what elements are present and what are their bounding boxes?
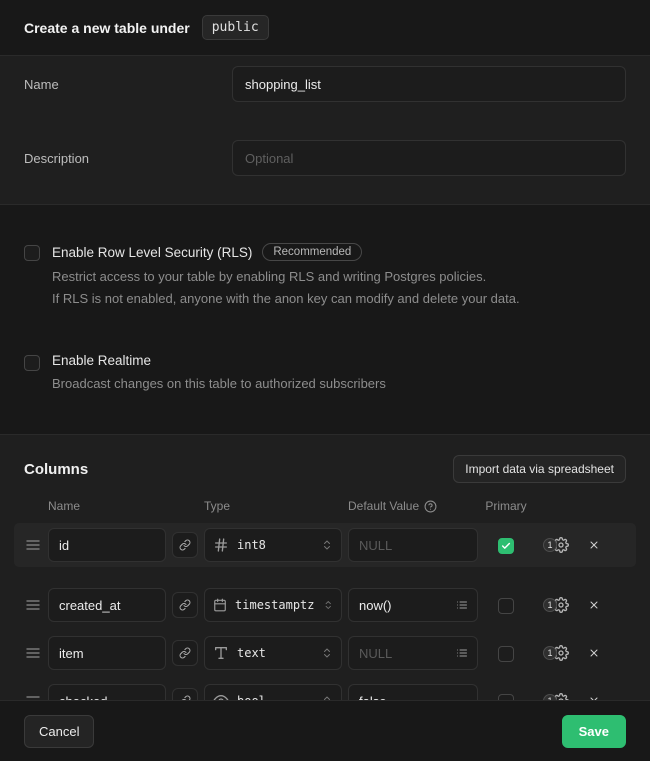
description-label: Description [24, 151, 232, 166]
default-value-cell [348, 528, 478, 562]
list-icon [456, 599, 468, 611]
table-description-input[interactable] [232, 140, 626, 176]
column-type-label: text [237, 646, 266, 660]
chevrons-up-down-icon [321, 539, 333, 551]
foreign-key-button[interactable] [172, 532, 198, 558]
column-row: bool 1 [14, 679, 636, 700]
link-icon [179, 539, 191, 551]
column-name-input[interactable] [48, 588, 166, 622]
name-label: Name [24, 77, 232, 92]
rls-checkbox[interactable] [24, 245, 40, 261]
table-info-section: Name Description [0, 56, 650, 205]
text-icon [213, 645, 229, 661]
help-icon[interactable] [424, 500, 437, 513]
default-value-cell [348, 636, 478, 670]
column-settings-button[interactable]: 1 [534, 537, 578, 553]
default-value-input[interactable] [348, 684, 478, 700]
column-header-type: Type [204, 499, 342, 513]
column-name-input[interactable] [48, 636, 166, 670]
column-settings-button[interactable]: 1 [534, 645, 578, 661]
eye-icon [213, 693, 229, 700]
column-rows: int8 1 timestam [0, 523, 650, 700]
default-value-cell [348, 684, 478, 700]
remove-column-button[interactable] [584, 539, 604, 551]
drag-handle[interactable] [24, 597, 42, 613]
column-name-input[interactable] [48, 528, 166, 562]
column-header-name: Name [48, 499, 166, 513]
realtime-toggle-block: Enable Realtime Broadcast changes on thi… [24, 353, 626, 394]
calendar-icon [213, 597, 227, 613]
chevrons-up-down-icon [323, 599, 334, 611]
column-settings-button[interactable]: 1 [534, 693, 578, 700]
drag-handle-icon [25, 645, 41, 661]
x-icon [588, 539, 600, 551]
toggles-section: Enable Row Level Security (RLS) Recommen… [0, 205, 650, 435]
column-type-label: int8 [237, 538, 266, 552]
column-type-select[interactable]: int8 [204, 528, 342, 562]
rls-label: Enable Row Level Security (RLS) [52, 245, 252, 260]
columns-section: Columns Import data via spreadsheet Name… [0, 435, 650, 700]
settings-count-badge: 1 [543, 694, 557, 700]
column-type-select[interactable]: timestamptz [204, 588, 342, 622]
column-row: text 1 [14, 631, 636, 675]
import-spreadsheet-button[interactable]: Import data via spreadsheet [453, 455, 626, 483]
schema-badge: public [202, 15, 269, 40]
remove-column-button[interactable] [584, 599, 604, 611]
chevrons-up-down-icon [321, 647, 333, 659]
save-button[interactable]: Save [562, 715, 626, 748]
remove-column-button[interactable] [584, 647, 604, 659]
name-field-row: Name [24, 66, 626, 102]
realtime-label: Enable Realtime [52, 353, 151, 368]
primary-checkbox[interactable] [498, 538, 514, 554]
foreign-key-button[interactable] [172, 592, 198, 618]
check-icon [501, 541, 511, 551]
foreign-key-button[interactable] [172, 688, 198, 700]
columns-title: Columns [24, 461, 88, 478]
panel-header: Create a new table under public [0, 0, 650, 56]
default-suggestions-button[interactable] [451, 642, 473, 664]
hash-icon [213, 537, 229, 553]
column-row: timestamptz 1 [14, 583, 636, 627]
drag-handle-icon [25, 537, 41, 553]
columns-grid-header: Name Type Default Value Primary [0, 499, 650, 513]
link-icon [179, 647, 191, 659]
cancel-button[interactable]: Cancel [24, 715, 94, 748]
panel-footer: Cancel Save [0, 700, 650, 761]
column-type-select[interactable]: text [204, 636, 342, 670]
primary-checkbox[interactable] [498, 598, 514, 614]
rls-text: Enable Row Level Security (RLS) Recommen… [52, 243, 520, 309]
table-name-input[interactable] [232, 66, 626, 102]
column-row: int8 1 [14, 523, 636, 567]
default-value-input[interactable] [348, 528, 478, 562]
drag-handle[interactable] [24, 645, 42, 661]
drag-handle[interactable] [24, 537, 42, 553]
column-header-primary: Primary [484, 499, 528, 513]
column-type-select[interactable]: bool [204, 684, 342, 700]
column-name-input[interactable] [48, 684, 166, 700]
drag-handle-icon [25, 693, 41, 700]
description-field-row: Description [24, 140, 626, 176]
foreign-key-button[interactable] [172, 640, 198, 666]
primary-checkbox[interactable] [498, 646, 514, 662]
recommended-badge: Recommended [262, 243, 362, 261]
drag-handle[interactable] [24, 693, 42, 700]
column-type-label: timestamptz [235, 598, 314, 612]
realtime-text: Enable Realtime Broadcast changes on thi… [52, 353, 386, 394]
realtime-checkbox[interactable] [24, 355, 40, 371]
rls-description-1: Restrict access to your table by enablin… [52, 267, 520, 287]
list-icon [456, 647, 468, 659]
rls-toggle-block: Enable Row Level Security (RLS) Recommen… [24, 243, 626, 309]
realtime-description: Broadcast changes on this table to autho… [52, 374, 386, 394]
column-settings-button[interactable]: 1 [534, 597, 578, 613]
rls-description-2: If RLS is not enabled, anyone with the a… [52, 289, 520, 309]
drag-handle-icon [25, 597, 41, 613]
x-icon [588, 599, 600, 611]
default-suggestions-button[interactable] [451, 594, 473, 616]
x-icon [588, 647, 600, 659]
page-title: Create a new table under [24, 20, 190, 36]
default-value-cell [348, 588, 478, 622]
create-table-panel: Create a new table under public Name Des… [0, 0, 650, 761]
column-header-default-value: Default Value [348, 499, 419, 513]
link-icon [179, 599, 191, 611]
